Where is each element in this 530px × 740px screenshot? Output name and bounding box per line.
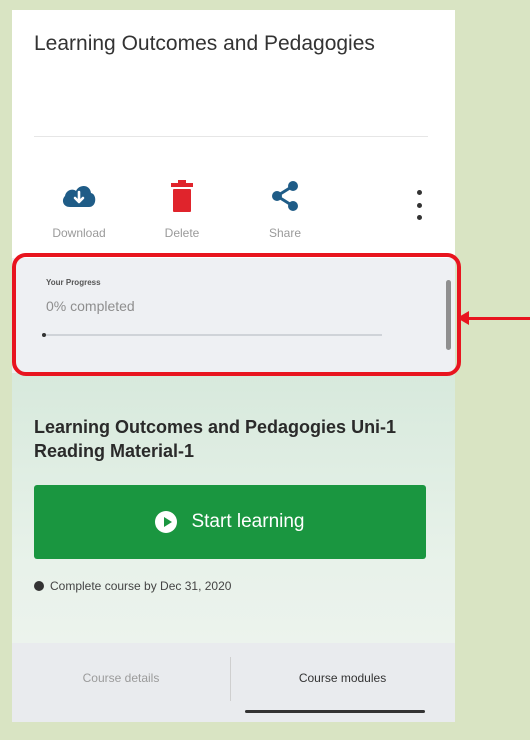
share-icon [240, 178, 330, 214]
divider [34, 136, 428, 137]
tab-course-modules[interactable]: Course modules [230, 643, 455, 713]
info-icon [34, 581, 44, 591]
highlight-box [12, 253, 461, 376]
more-vertical-icon[interactable] [409, 190, 429, 220]
cloud-download-icon [34, 178, 124, 214]
more-dot [416, 190, 422, 195]
active-tab-indicator [245, 710, 425, 713]
play-icon [155, 511, 178, 533]
action-bar: Download Delete Share [34, 178, 444, 248]
delete-button[interactable]: Delete [137, 178, 227, 240]
annotation-arrow-line [464, 317, 530, 320]
trash-icon [137, 178, 227, 214]
share-label: Share [268, 226, 302, 240]
course-title: Learning Outcomes and Pedagogies [34, 32, 375, 55]
deadline-note: Complete course by Dec 31, 2020 [34, 579, 231, 593]
tab-course-details[interactable]: Course details [12, 643, 230, 713]
share-button[interactable]: Share [240, 178, 330, 240]
delete-label: Delete [164, 226, 200, 240]
module-section: Learning Outcomes and Pedagogies Uni-1 R… [12, 373, 455, 722]
tab-bar: Course details Course modules [12, 643, 455, 722]
module-title: Learning Outcomes and Pedagogies Uni-1 R… [34, 417, 397, 461]
start-learning-label: Start learning [191, 511, 305, 532]
start-learning-button[interactable]: Start learning [34, 485, 426, 559]
download-button[interactable]: Download [34, 178, 124, 240]
more-dot [416, 202, 422, 208]
more-dot [416, 215, 422, 220]
download-label: Download [52, 226, 106, 240]
deadline-text: Complete course by Dec 31, 2020 [50, 579, 232, 593]
arrow-left-icon [457, 311, 469, 325]
